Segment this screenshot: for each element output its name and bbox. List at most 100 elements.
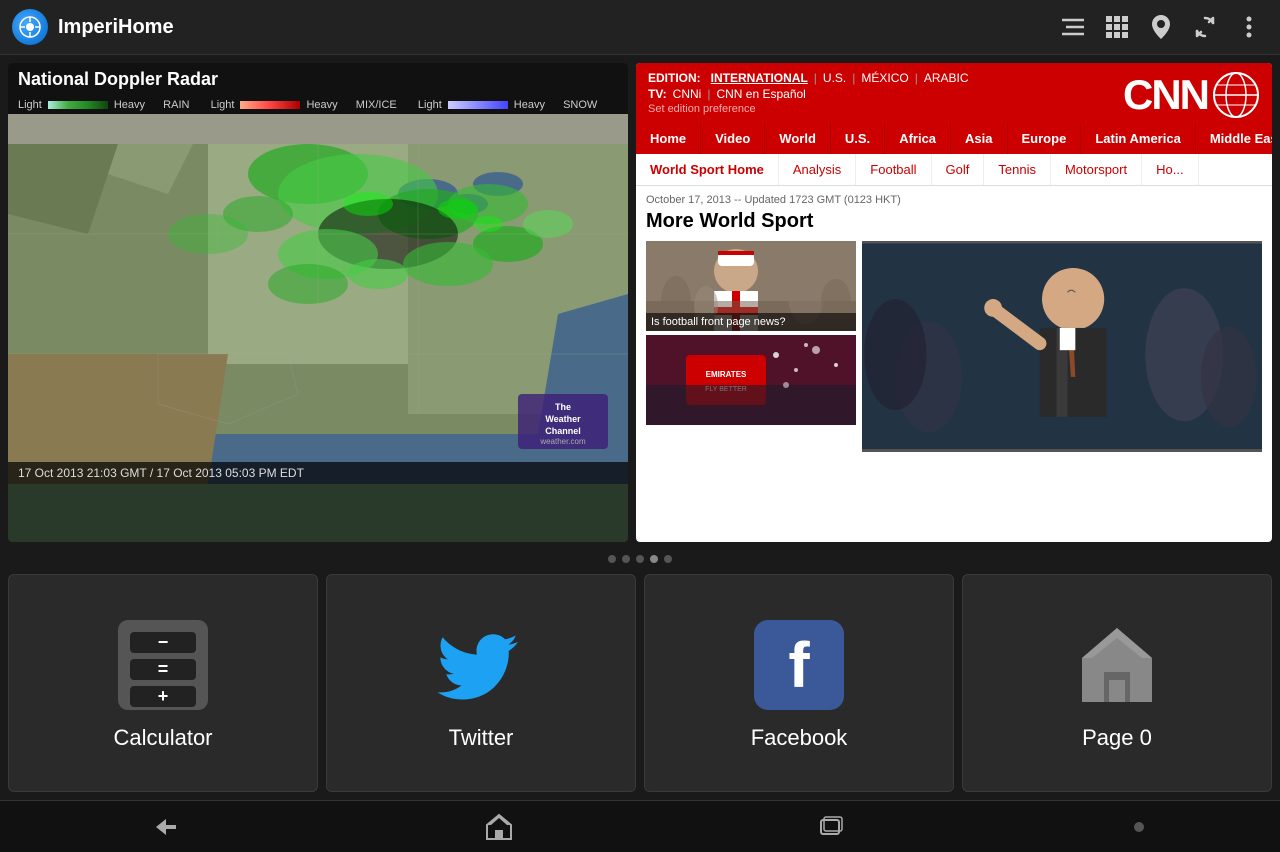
edition-us[interactable]: U.S. bbox=[823, 71, 846, 85]
cnn-date: October 17, 2013 -- Updated 1723 GMT (01… bbox=[646, 194, 1262, 206]
dot-5[interactable] bbox=[664, 555, 672, 563]
weather-footer: 17 Oct 2013 21:03 GMT / 17 Oct 2013 05:0… bbox=[8, 462, 628, 484]
page0-tile[interactable]: Page 0 bbox=[962, 574, 1272, 792]
calculator-icon: − = + bbox=[113, 615, 213, 715]
recents-button[interactable] bbox=[801, 809, 861, 845]
twitter-bird-icon bbox=[436, 620, 526, 710]
app-logo bbox=[12, 9, 48, 45]
radar-map: The Weather Channel weather.com 17 Oct 2… bbox=[8, 114, 628, 484]
cnn-big-image[interactable] bbox=[862, 241, 1262, 452]
system-dot bbox=[1134, 822, 1144, 832]
cnn-images-row: Is football front page news? EMIRATES FL… bbox=[646, 241, 1262, 452]
facebook-tile[interactable]: f Facebook bbox=[644, 574, 954, 792]
cnn-sport-nav: World Sport Home Analysis Football Golf … bbox=[636, 154, 1272, 186]
sport-nav-tennis[interactable]: Tennis bbox=[984, 154, 1051, 185]
home-page-icon bbox=[1072, 620, 1162, 710]
cnn-thumb-emirates[interactable]: EMIRATES FLY BETTER bbox=[646, 335, 856, 425]
cnn-thumb-football[interactable]: Is football front page news? bbox=[646, 241, 856, 331]
nav-video[interactable]: Video bbox=[701, 123, 765, 154]
menu-icon[interactable] bbox=[1054, 8, 1092, 46]
rain-type-label: RAIN bbox=[163, 99, 189, 111]
edition-sep2: | bbox=[852, 71, 855, 85]
facebook-label: Facebook bbox=[751, 725, 848, 751]
cnn-header-main: EDITION: INTERNATIONAL | U.S. | MÉXICO |… bbox=[648, 71, 1260, 119]
sport-nav-football[interactable]: Football bbox=[856, 154, 931, 185]
rain-label: Light bbox=[18, 99, 42, 111]
nav-home[interactable]: Home bbox=[636, 123, 701, 154]
facebook-f-icon: f bbox=[754, 620, 844, 710]
cnn-logo-area: CNN bbox=[1123, 71, 1260, 119]
sport-nav-motorsport[interactable]: Motorsport bbox=[1051, 154, 1142, 185]
app-logo-icon bbox=[19, 16, 41, 38]
mix-light-label: Light bbox=[211, 99, 235, 111]
nav-europe[interactable]: Europe bbox=[1008, 123, 1082, 154]
app-title: ImperiHome bbox=[58, 16, 1048, 39]
location-icon[interactable] bbox=[1142, 8, 1180, 46]
tv-label: TV: bbox=[648, 87, 667, 101]
edition-arabic[interactable]: ARABIC bbox=[924, 71, 969, 85]
nav-middle-east[interactable]: Middle East bbox=[1196, 123, 1272, 154]
svg-text:Channel: Channel bbox=[545, 426, 581, 436]
calculator-display: − = + bbox=[118, 620, 208, 710]
edition-mexico[interactable]: MÉXICO bbox=[861, 71, 908, 85]
nav-asia[interactable]: Asia bbox=[951, 123, 1007, 154]
sport-nav-analysis[interactable]: Analysis bbox=[779, 154, 856, 185]
twitter-tile[interactable]: Twitter bbox=[326, 574, 636, 792]
bottom-apps-row: − = + Calculator Twitter f Facebook bbox=[0, 570, 1280, 800]
edition-international[interactable]: INTERNATIONAL bbox=[711, 71, 808, 85]
nav-world[interactable]: World bbox=[765, 123, 831, 154]
home-button[interactable] bbox=[469, 809, 529, 845]
cnn-edition-row: EDITION: INTERNATIONAL | U.S. | MÉXICO |… bbox=[648, 71, 1123, 85]
page0-icon bbox=[1067, 615, 1167, 715]
rain-heavy-label: Heavy bbox=[114, 99, 145, 111]
svg-text:Weather: Weather bbox=[545, 414, 581, 424]
weather-timestamp: 17 Oct 2013 21:03 GMT / 17 Oct 2013 05:0… bbox=[18, 466, 304, 480]
sport-nav-home[interactable]: World Sport Home bbox=[636, 154, 779, 185]
system-bar bbox=[0, 800, 1280, 852]
edition-sep3: | bbox=[915, 71, 918, 85]
calculator-label: Calculator bbox=[113, 725, 212, 751]
calc-equals-btn: = bbox=[130, 659, 196, 680]
snow-light-label: Light bbox=[418, 99, 442, 111]
cnn-left-images: Is football front page news? EMIRATES FL… bbox=[646, 241, 856, 452]
snow-bar bbox=[448, 101, 508, 109]
nav-africa[interactable]: Africa bbox=[885, 123, 951, 154]
cnn-content: October 17, 2013 -- Updated 1723 GMT (01… bbox=[636, 186, 1272, 460]
page-indicator bbox=[0, 550, 1280, 568]
tv-cnni[interactable]: CNNi bbox=[673, 87, 702, 101]
calculator-tile[interactable]: − = + Calculator bbox=[8, 574, 318, 792]
nav-latin-america[interactable]: Latin America bbox=[1081, 123, 1196, 154]
main-content: National Doppler Radar Light Heavy RAIN … bbox=[0, 55, 1280, 550]
snow-type-label: SNOW bbox=[563, 99, 597, 111]
dot-2[interactable] bbox=[622, 555, 630, 563]
weather-title: National Doppler Radar bbox=[8, 63, 628, 96]
cnn-top: EDITION: INTERNATIONAL | U.S. | MÉXICO |… bbox=[636, 63, 1272, 123]
tv-cnn-espanol[interactable]: CNN en Español bbox=[716, 87, 805, 101]
weather-panel: National Doppler Radar Light Heavy RAIN … bbox=[8, 63, 628, 542]
svg-text:EMIRATES: EMIRATES bbox=[706, 370, 747, 379]
twitter-label: Twitter bbox=[449, 725, 514, 751]
dot-3[interactable] bbox=[636, 555, 644, 563]
weather-legend: Light Heavy RAIN Light Heavy MIX/ICE Lig… bbox=[8, 96, 628, 114]
back-button[interactable] bbox=[136, 809, 196, 845]
mix-heavy-label: Heavy bbox=[306, 99, 337, 111]
dot-1[interactable] bbox=[608, 555, 616, 563]
mix-type-label: MIX/ICE bbox=[356, 99, 397, 111]
sport-nav-golf[interactable]: Golf bbox=[932, 154, 985, 185]
snow-heavy-label: Heavy bbox=[514, 99, 545, 111]
rain-bar bbox=[48, 101, 108, 109]
edition-sep1: | bbox=[814, 71, 817, 85]
set-edition-link[interactable]: Set edition preference bbox=[648, 101, 1123, 119]
refresh-icon[interactable] bbox=[1186, 8, 1224, 46]
sport-nav-more[interactable]: Ho... bbox=[1142, 154, 1198, 185]
nav-us[interactable]: U.S. bbox=[831, 123, 885, 154]
calc-plus-btn: + bbox=[130, 686, 196, 707]
page0-label: Page 0 bbox=[1082, 725, 1152, 751]
more-options-icon[interactable] bbox=[1230, 8, 1268, 46]
grid-icon[interactable] bbox=[1098, 8, 1136, 46]
svg-text:The: The bbox=[555, 402, 571, 412]
thumb-football-label: Is football front page news? bbox=[646, 313, 856, 331]
cnn-logo: CNN bbox=[1123, 74, 1208, 116]
cnn-main-nav: Home Video World U.S. Africa Asia Europe… bbox=[636, 123, 1272, 154]
dot-4[interactable] bbox=[650, 555, 658, 563]
